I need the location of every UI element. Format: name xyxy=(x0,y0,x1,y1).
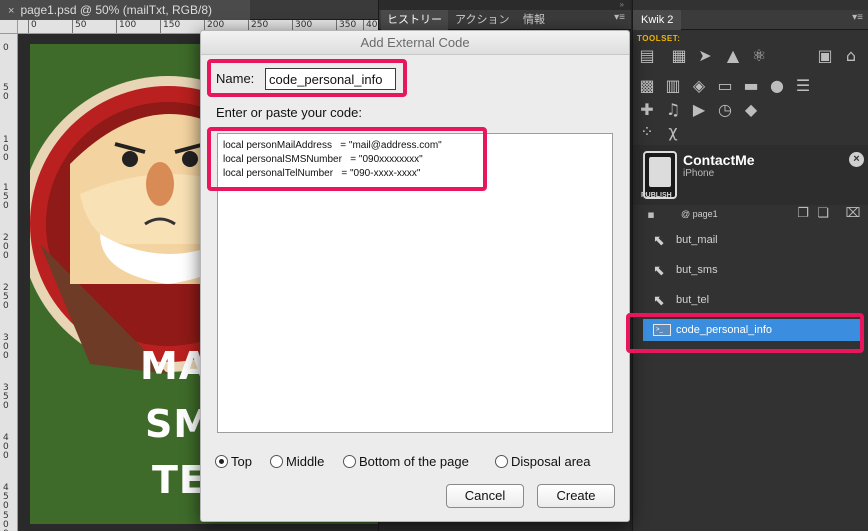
pointer-cursor-icon: ⬉ xyxy=(653,292,665,308)
radio-bottom[interactable]: Bottom of the page xyxy=(343,453,469,471)
tab-kwik[interactable]: Kwik 2 xyxy=(633,10,682,30)
screen: × page1.psd @ 50% (mailTxt, RGB/8) 0 50 1… xyxy=(0,0,868,531)
page-icon: ▪ xyxy=(647,208,655,221)
radio-icon[interactable] xyxy=(343,455,356,468)
rocket-icon[interactable]: ▲ xyxy=(723,46,743,66)
document-tab[interactable]: × page1.psd @ 50% (mailTxt, RGB/8) xyxy=(0,0,250,20)
ruler-tick-label: 250 xyxy=(3,283,9,311)
ruler-tick-label: 100 xyxy=(3,135,9,163)
spinner-icon[interactable]: ⁘ xyxy=(637,122,657,142)
document-icon[interactable]: ▥ xyxy=(663,76,683,96)
radio-icon[interactable] xyxy=(270,455,283,468)
ruler-tick-label: 50 xyxy=(72,20,86,33)
layer-label: but_tel xyxy=(676,294,710,306)
ruler-corner xyxy=(0,20,18,34)
layer-label: but_sms xyxy=(676,264,718,276)
document-tab-bar: × page1.psd @ 50% (mailTxt, RGB/8) xyxy=(0,0,378,20)
radio-selected-icon[interactable] xyxy=(215,455,228,468)
panel-menu-icon[interactable]: ▾≡ xyxy=(614,12,625,23)
ruler-tick-label: 300 xyxy=(3,333,9,361)
ruler-tick-label: 50 xyxy=(3,83,9,102)
music-icon[interactable]: ♫ xyxy=(663,100,683,120)
timer-icon[interactable]: ◷ xyxy=(715,100,735,120)
history-panel-tabs: ヒストリー アクション 情報 ▾≡ xyxy=(379,10,631,30)
layer-item[interactable]: ⬉ but_tel xyxy=(643,289,863,311)
ruler-tick-label: 500 xyxy=(3,511,9,531)
panel-grip-icon: » xyxy=(619,0,624,9)
paste-icon[interactable]: ❏ xyxy=(813,204,833,224)
tab-close-icon[interactable]: × xyxy=(8,5,14,17)
trash-icon[interactable]: ⌧ xyxy=(843,204,863,224)
ruler-tick-label: 400 xyxy=(3,433,9,461)
list-icon[interactable]: ☰ xyxy=(793,76,813,96)
vertical-ruler: 0 50 100 150 200 250 300 350 400 450 500 xyxy=(0,34,18,531)
tab-history[interactable]: ヒストリー xyxy=(381,10,448,30)
copy-icon[interactable]: ❐ xyxy=(793,204,813,224)
radio-icon[interactable] xyxy=(495,455,508,468)
kwik-panel-menu-icon[interactable]: ▾≡ xyxy=(852,12,863,23)
ruler-tick-label: 150 xyxy=(3,183,9,211)
function-icon[interactable]: χ xyxy=(663,122,683,142)
ruler-tick-label: 350 xyxy=(3,383,9,411)
kwik-panel: Kwik 2 ▾≡ TOOLSET: ▤ ▦ ➤ ▲ ⚛ ▣ ⌂ ▩ ▥ ◈ ▭… xyxy=(632,0,868,531)
tab-info[interactable]: 情報 xyxy=(517,10,551,30)
terminal-icon[interactable]: ▭ xyxy=(715,76,735,96)
radio-top[interactable]: Top xyxy=(215,453,252,471)
layer-label: but_mail xyxy=(676,234,718,246)
chat-icon[interactable]: ● xyxy=(767,76,787,96)
ruler-tick-label: 200 xyxy=(3,233,9,261)
pointer-cursor-icon: ⬉ xyxy=(653,232,665,248)
page-list-icon[interactable]: ▤ xyxy=(637,46,657,66)
layer-item[interactable]: ⬉ but_mail xyxy=(643,229,863,251)
toolset-label: TOOLSET: xyxy=(637,34,681,43)
layer-item[interactable]: ⬉ but_sms xyxy=(643,259,863,281)
artboard-text-tel: TE xyxy=(152,458,206,502)
position-radio-group: Top Middle Bottom of the page Disposal a… xyxy=(215,451,625,471)
card-icon[interactable]: ▬ xyxy=(741,76,761,96)
close-icon[interactable]: × xyxy=(849,152,864,167)
highlight-code-lines xyxy=(207,127,487,191)
layers-icon[interactable]: ◆ xyxy=(741,100,761,120)
publish-button[interactable]: PUBLISH xyxy=(641,192,672,199)
code-prompt-label: Enter or paste your code: xyxy=(216,105,362,120)
ruler-tick-label: 0 xyxy=(3,43,9,53)
document-tab-title: page1.psd @ 50% (mailTxt, RGB/8) xyxy=(20,3,213,17)
cancel-button[interactable]: Cancel xyxy=(446,484,524,508)
pointer-tool-icon[interactable]: ➤ xyxy=(695,46,715,66)
radio-disposal-area[interactable]: Disposal area xyxy=(495,453,591,471)
project-name: ContactMe xyxy=(683,152,755,168)
radio-label: Disposal area xyxy=(511,454,591,469)
project-device: iPhone xyxy=(683,168,715,179)
video-icon[interactable]: ▶ xyxy=(689,100,709,120)
ruler-tick-label: 450 xyxy=(3,483,9,511)
atom-icon[interactable]: ⚛ xyxy=(749,46,769,66)
create-button[interactable]: Create xyxy=(537,484,615,508)
artboard-text-mail: MA xyxy=(140,344,210,388)
radio-label: Top xyxy=(231,454,252,469)
highlight-name-field xyxy=(207,59,407,97)
radio-middle[interactable]: Middle xyxy=(270,453,324,471)
add-page-icon[interactable]: ✚ xyxy=(637,100,657,120)
ruler-tick-label: 100 xyxy=(116,20,136,33)
ruler-tick-label: 150 xyxy=(160,20,180,33)
dialog-title: Add External Code xyxy=(201,31,629,55)
current-page-label: @ page1 xyxy=(681,209,718,219)
ruler-tick-label: 0 xyxy=(28,20,37,33)
pointer-cursor-icon: ⬉ xyxy=(653,262,665,278)
kwik-tab-bar: Kwik 2 ▾≡ xyxy=(633,10,868,30)
add-external-code-dialog: Add External Code Name: Enter or paste y… xyxy=(200,30,630,522)
network-icon[interactable]: ◈ xyxy=(689,76,709,96)
grid-icon[interactable]: ▦ xyxy=(669,46,689,66)
radio-label: Bottom of the page xyxy=(359,454,469,469)
home-icon[interactable]: ⌂ xyxy=(841,46,861,66)
folder-icon[interactable]: ▣ xyxy=(815,46,835,66)
highlight-selected-layer xyxy=(626,313,864,353)
radio-label: Middle xyxy=(286,454,325,469)
film-icon[interactable]: ▩ xyxy=(637,76,657,96)
tab-actions[interactable]: アクション xyxy=(449,10,515,30)
